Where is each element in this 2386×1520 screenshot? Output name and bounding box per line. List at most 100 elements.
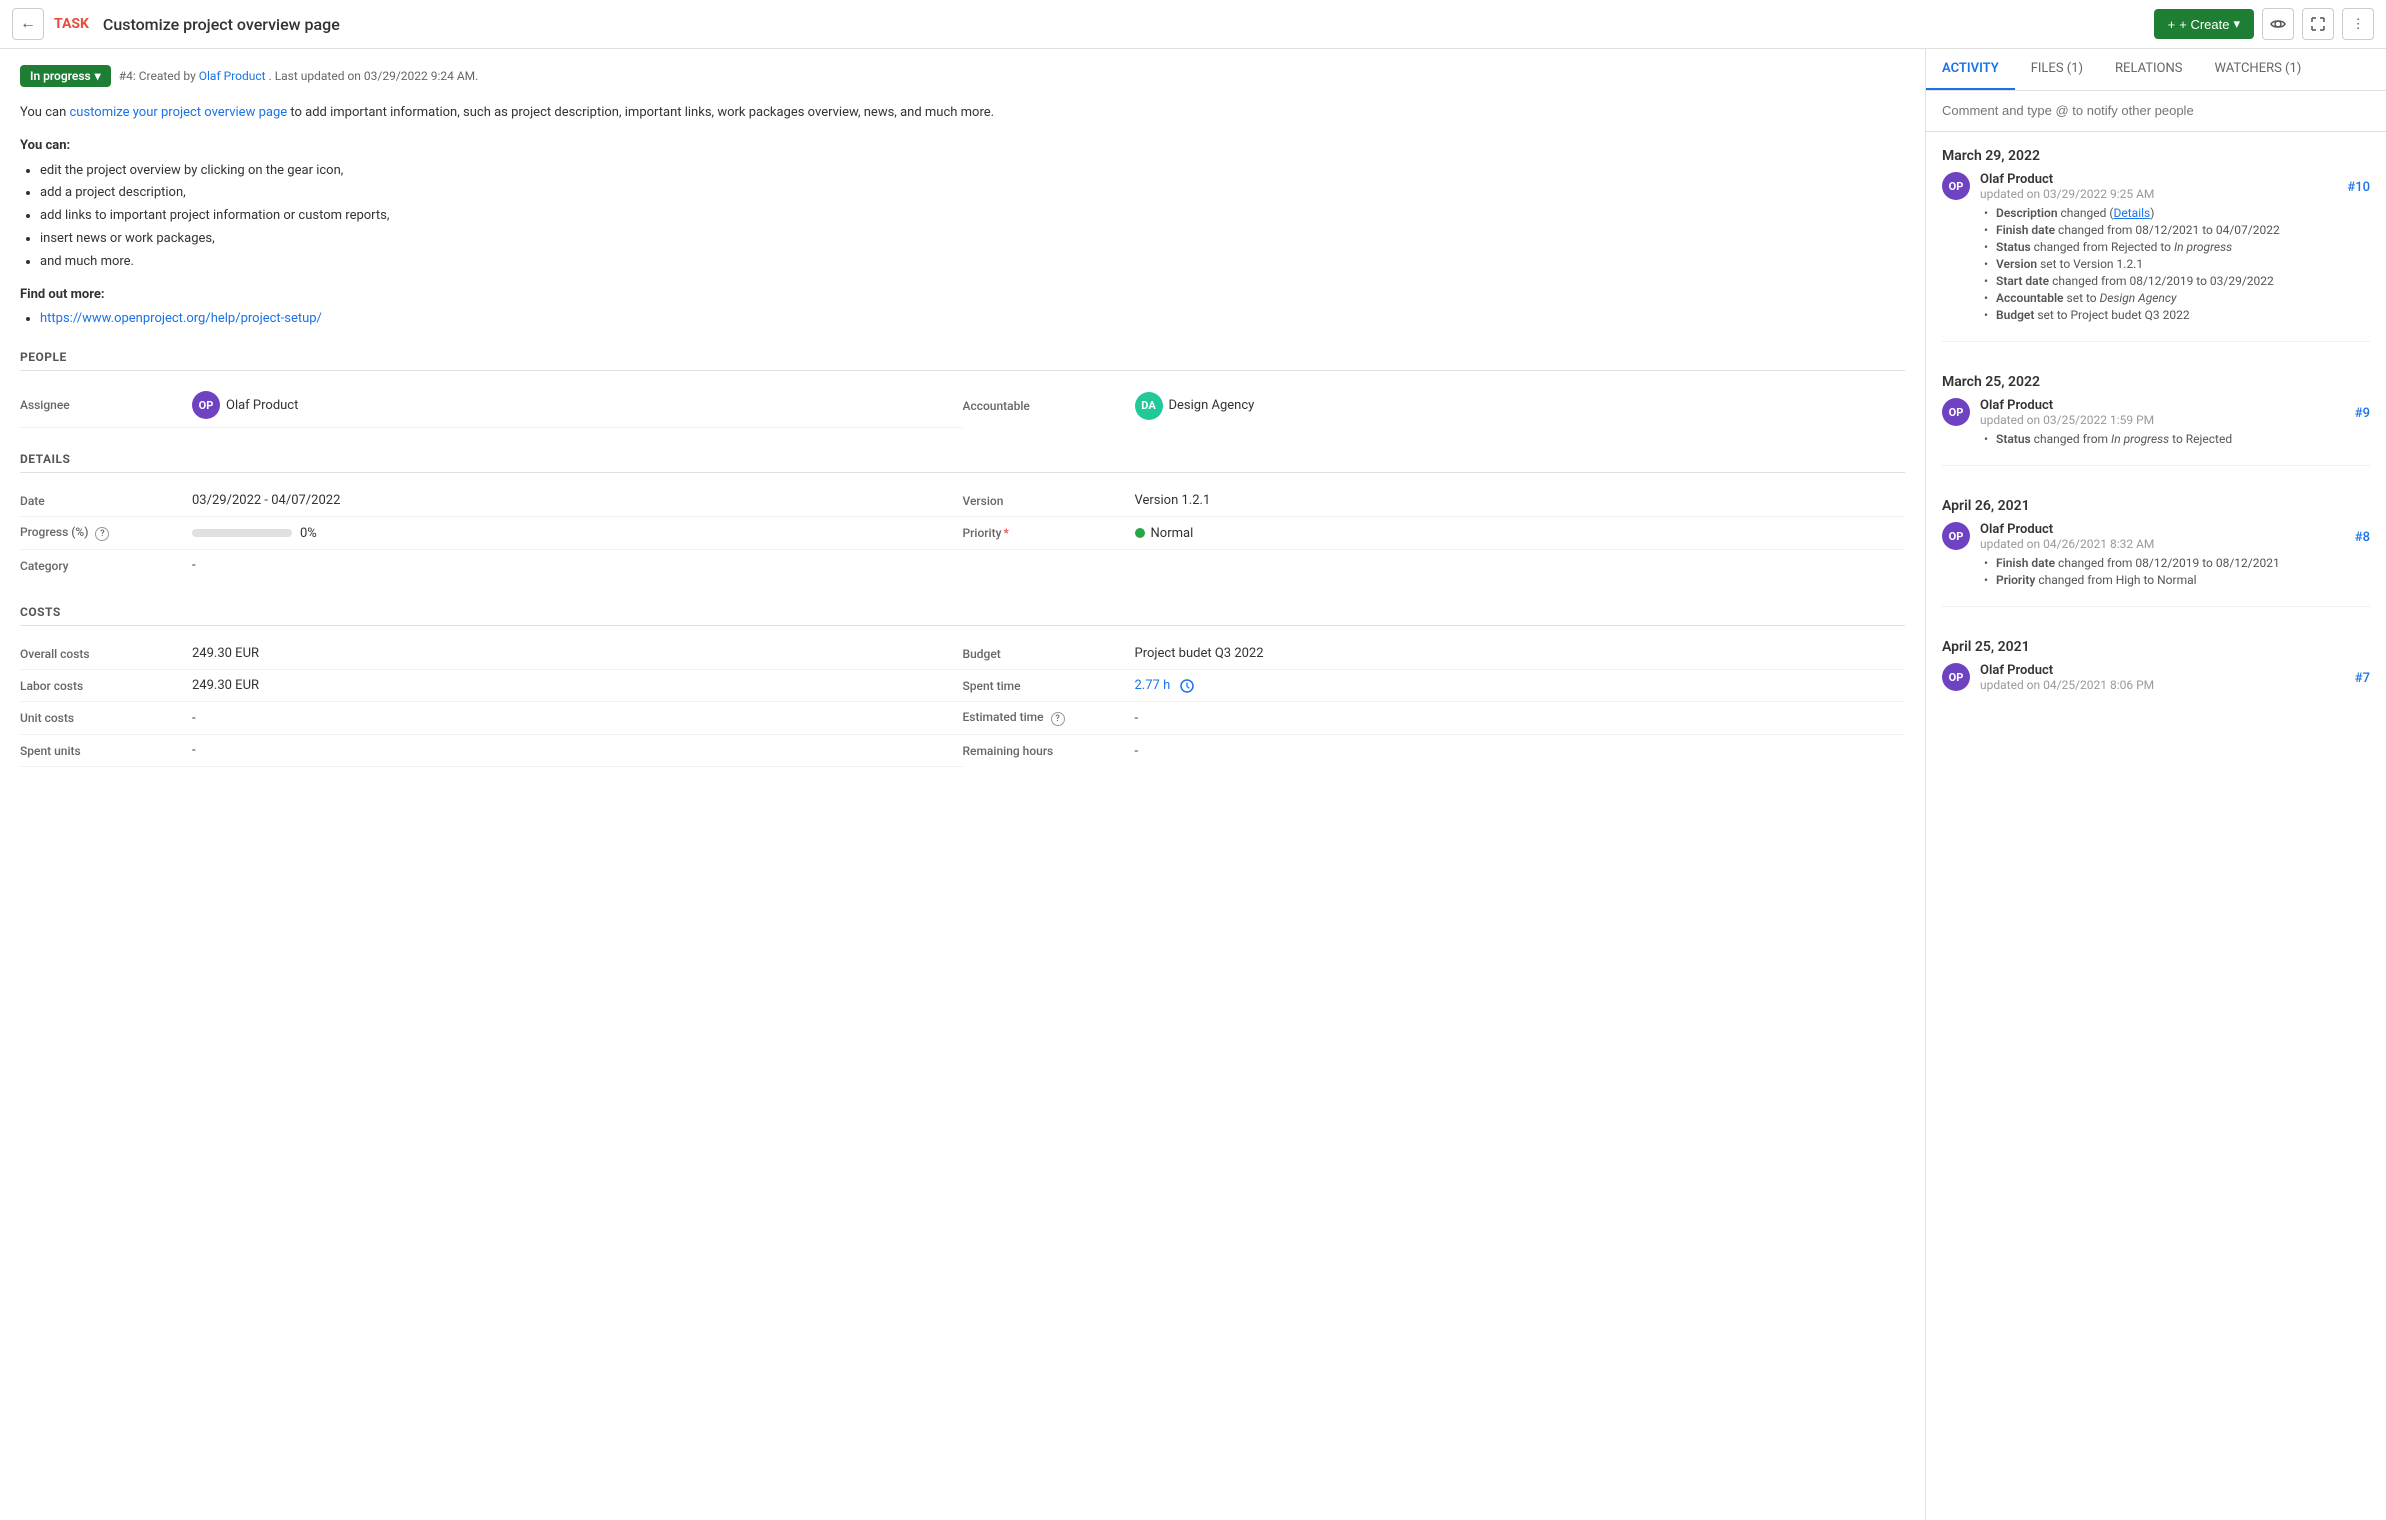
create-arrow-icon: ▾: [2233, 16, 2240, 32]
activity-user: Olaf Product: [1980, 522, 2053, 537]
category-label: Category: [20, 559, 180, 573]
estimated-time-label: Estimated time ?: [963, 710, 1123, 726]
avatar: DA: [1135, 392, 1163, 420]
back-button[interactable]: ←: [12, 8, 44, 40]
category-row: Category -: [20, 550, 963, 581]
find-more-heading: Find out more:: [20, 285, 1905, 306]
eye-icon: [2270, 16, 2286, 32]
priority-dot-icon: [1135, 528, 1145, 538]
description-section: You can customize your project overview …: [20, 103, 1905, 330]
activity-content: Olaf Product updated on 03/25/2022 1:59 …: [1980, 398, 2370, 449]
accountable-label: Accountable: [963, 399, 1123, 413]
change-item: Status changed from Rejected to In progr…: [1988, 240, 2370, 254]
costs-section: COSTS Overall costs 249.30 EUR Budget Pr…: [20, 605, 1905, 767]
avatar: OP: [1942, 172, 1970, 200]
estimated-time-row: Estimated time ? -: [963, 702, 1906, 735]
change-item: Finish date changed from 08/12/2019 to 0…: [1988, 556, 2370, 570]
costs-grid: Overall costs 249.30 EUR Budget Project …: [20, 638, 1905, 767]
overall-costs-row: Overall costs 249.30 EUR: [20, 638, 963, 670]
list-item: and much more.: [40, 252, 1905, 273]
date-separator: April 25, 2021: [1942, 623, 2370, 663]
creator-link[interactable]: Olaf Product: [199, 69, 266, 83]
change-item: Finish date changed from 08/12/2021 to 0…: [1988, 223, 2370, 237]
progress-bar: [192, 529, 292, 537]
assignee-value: OP Olaf Product: [192, 391, 298, 419]
estimated-help-icon[interactable]: ?: [1051, 712, 1065, 726]
estimated-time-value: -: [1135, 711, 1139, 726]
spent-units-row: Spent units -: [20, 735, 963, 767]
change-item: Description changed (Details): [1988, 206, 2370, 220]
accountable-value: DA Design Agency: [1135, 392, 1255, 420]
avatar: OP: [1942, 522, 1970, 550]
tab-activity[interactable]: ACTIVITY: [1926, 49, 2015, 90]
activity-time: updated on 04/26/2021 8:32 AM: [1980, 537, 2154, 551]
tab-files[interactable]: FILES (1): [2015, 49, 2099, 90]
date-value: 03/29/2022 - 04/07/2022: [192, 493, 340, 508]
activity-num[interactable]: #10: [2347, 180, 2370, 195]
progress-value: 0%: [192, 526, 317, 541]
date-label: Date: [20, 494, 180, 508]
activity-header: Olaf Product updated on 03/29/2022 9:25 …: [1980, 172, 2370, 202]
list-item: https://www.openproject.org/help/project…: [40, 309, 1905, 330]
activity-user: Olaf Product: [1980, 398, 2053, 413]
remaining-hours-value: -: [1135, 744, 1139, 759]
status-badge[interactable]: In progress ▾: [20, 65, 111, 87]
fullscreen-button[interactable]: [2302, 8, 2334, 40]
details-link[interactable]: Details: [2114, 206, 2151, 220]
more-options-button[interactable]: ⋮: [2342, 8, 2374, 40]
overall-costs-label: Overall costs: [20, 647, 180, 661]
clock-icon: [1180, 679, 1194, 693]
category-value: -: [192, 558, 196, 573]
version-row: Version Version 1.2.1: [963, 485, 1906, 517]
comment-box: [1926, 91, 2386, 132]
task-meta: #4: Created by Olaf Product . Last updat…: [119, 69, 479, 83]
unit-costs-value: -: [192, 711, 196, 726]
activity-num[interactable]: #9: [2355, 406, 2370, 421]
priority-value: Normal: [1135, 526, 1194, 541]
create-button[interactable]: + + Create ▾: [2154, 9, 2254, 39]
costs-section-title: COSTS: [20, 605, 1905, 626]
change-item: Accountable set to Design Agency: [1988, 291, 2370, 305]
activity-item: OP Olaf Product updated on 03/29/2022 9:…: [1942, 172, 2370, 342]
spent-units-label: Spent units: [20, 744, 180, 758]
labor-costs-label: Labor costs: [20, 679, 180, 693]
you-can-heading: You can:: [20, 136, 1905, 157]
plus-icon: +: [2168, 17, 2176, 32]
progress-help-icon[interactable]: ?: [95, 527, 109, 541]
details-grid: Date 03/29/2022 - 04/07/2022 Version Ver…: [20, 485, 1905, 581]
spent-time-label: Spent time: [963, 679, 1123, 693]
avatar: OP: [1942, 398, 1970, 426]
features-list: edit the project overview by clicking on…: [20, 161, 1905, 273]
app-header: ← TASK Customize project overview page +…: [0, 0, 2386, 49]
change-item: Version set to Version 1.2.1: [1988, 257, 2370, 271]
activity-user: Olaf Product: [1980, 663, 2053, 678]
people-section: PEOPLE Assignee OP Olaf Product Accounta…: [20, 350, 1905, 428]
spent-time-link[interactable]: 2.77 h: [1135, 678, 1171, 693]
tabs-bar: ACTIVITY FILES (1) RELATIONS WATCHERS (1…: [1926, 49, 2386, 91]
left-panel: In progress ▾ #4: Created by Olaf Produc…: [0, 49, 1926, 1520]
activity-feed: March 29, 2022 OP Olaf Product updated o…: [1926, 132, 2386, 1520]
activity-time: updated on 03/29/2022 9:25 AM: [1980, 187, 2154, 201]
overall-costs-value: 249.30 EUR: [192, 646, 259, 661]
budget-value: Project budet Q3 2022: [1135, 646, 1264, 661]
status-bar: In progress ▾ #4: Created by Olaf Produc…: [20, 65, 1905, 87]
priority-row: Priority* Normal: [963, 517, 1906, 550]
status-arrow-icon: ▾: [95, 69, 101, 83]
activity-num[interactable]: #8: [2355, 530, 2370, 545]
watch-button[interactable]: [2262, 8, 2294, 40]
progress-row: Progress (%) ? 0%: [20, 517, 963, 550]
list-item: edit the project overview by clicking on…: [40, 161, 1905, 182]
list-item: insert news or work packages,: [40, 229, 1905, 250]
change-item: Budget set to Project budet Q3 2022: [1988, 308, 2370, 322]
assignee-row: Assignee OP Olaf Product: [20, 383, 963, 428]
activity-header: Olaf Product updated on 03/25/2022 1:59 …: [1980, 398, 2370, 428]
tab-watchers[interactable]: WATCHERS (1): [2198, 49, 2317, 90]
spent-units-value: -: [192, 743, 196, 758]
comment-input[interactable]: [1942, 103, 2370, 118]
change-item: Priority changed from High to Normal: [1988, 573, 2370, 587]
activity-num[interactable]: #7: [2355, 671, 2370, 686]
setup-link[interactable]: https://www.openproject.org/help/project…: [40, 311, 322, 326]
overview-link[interactable]: customize your project overview page: [69, 105, 287, 120]
progress-label: Progress (%) ?: [20, 525, 180, 541]
tab-relations[interactable]: RELATIONS: [2099, 49, 2198, 90]
